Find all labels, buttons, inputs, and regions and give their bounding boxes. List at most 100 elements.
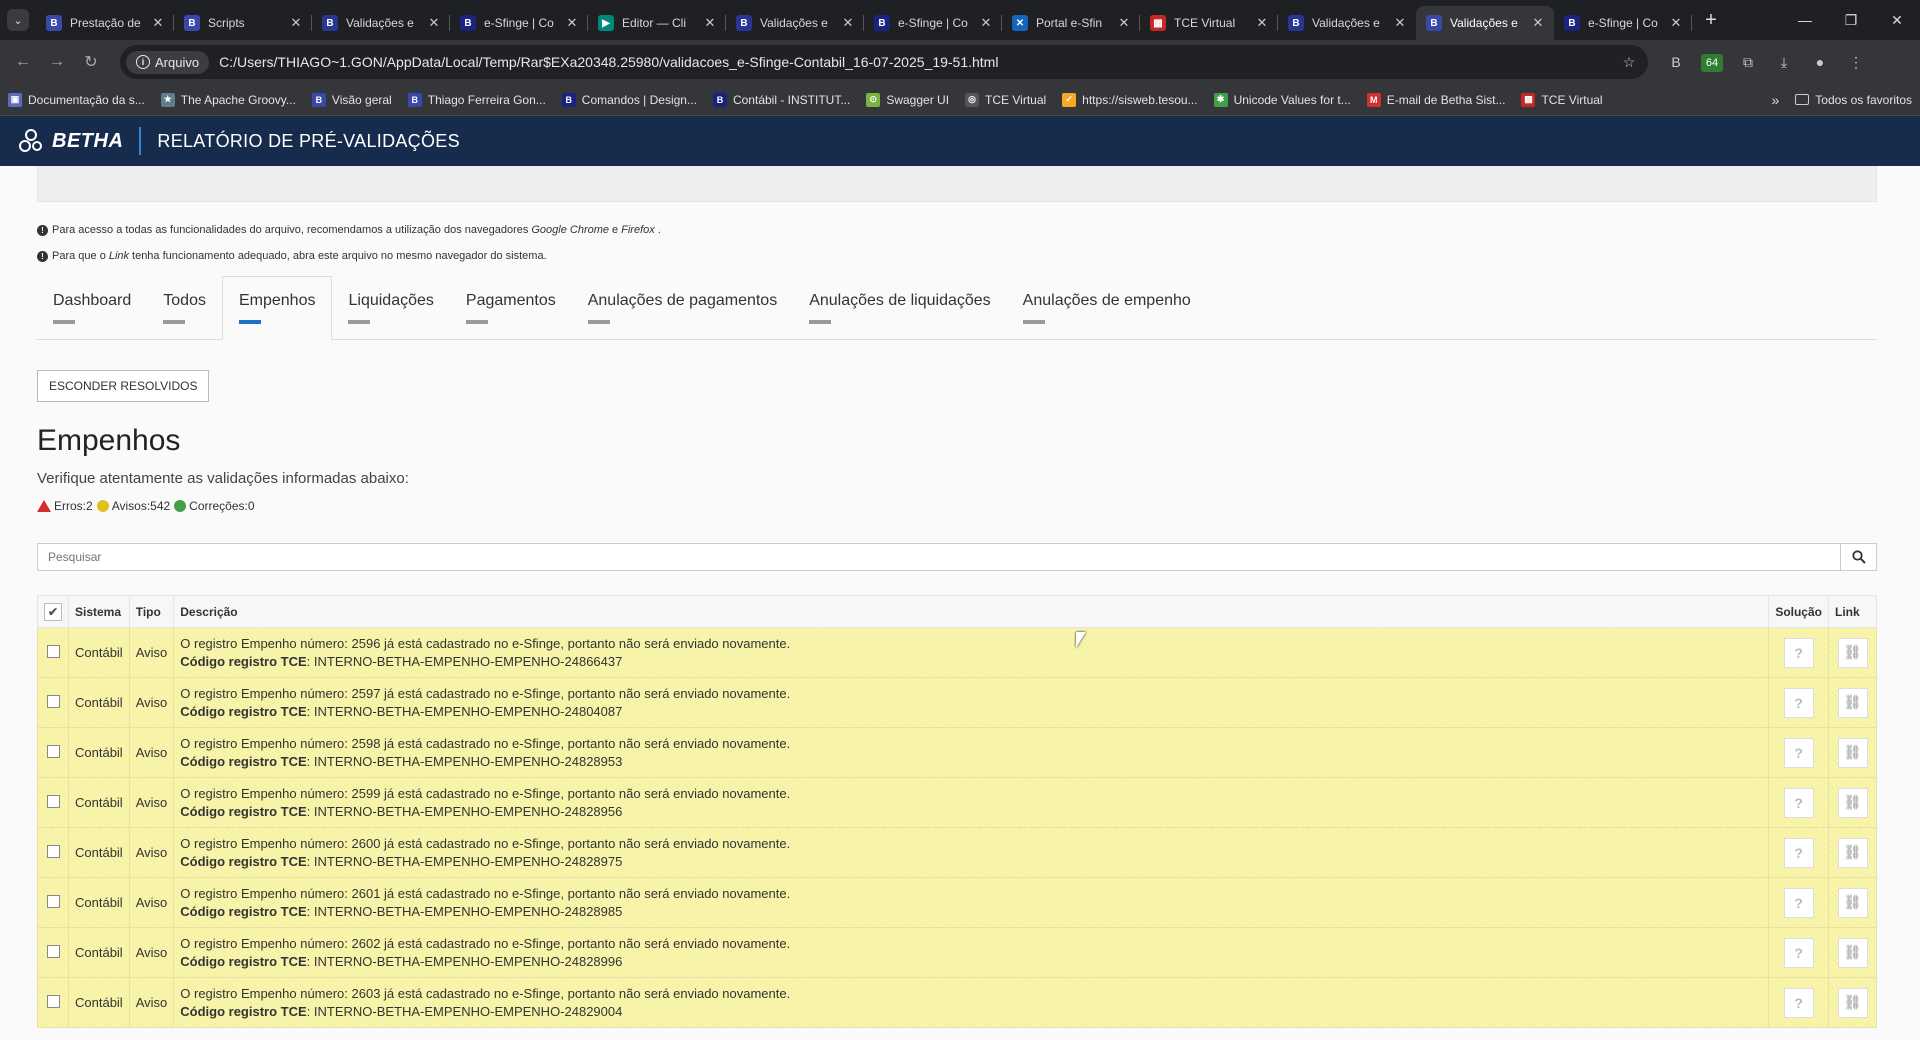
solution-help-button[interactable]: ? [1783,887,1814,918]
download-icon[interactable]: ⤓ [1766,54,1802,71]
row-checkbox[interactable] [46,644,60,658]
link-icon[interactable]: ⛓ [1837,637,1868,668]
close-tab-icon[interactable]: ✕ [1668,15,1684,31]
close-tab-icon[interactable]: ✕ [1254,15,1270,31]
close-tab-icon[interactable]: ✕ [150,15,166,31]
browser-tab[interactable]: Be-Sfinge | Co ✕ [864,6,1002,40]
solution-help-button[interactable]: ? [1783,737,1814,768]
browser-tab[interactable]: B Validações e ✕ [1416,6,1554,40]
close-tab-icon[interactable]: ✕ [288,15,304,31]
bookmark-item[interactable]: B Comandos | Design... [561,92,697,107]
solution-help-button[interactable]: ? [1783,837,1814,868]
solution-help-button[interactable]: ? [1783,687,1814,718]
bookmark-item[interactable]: ✱ Unicode Values for t... [1213,92,1351,107]
row-checkbox[interactable] [46,994,60,1008]
url-text[interactable]: C:/Users/THIAGO~1.GON/AppData/Local/Temp… [219,54,1616,70]
solution-help-button[interactable]: ? [1783,637,1814,668]
bookmark-item[interactable]: ◎ TCE Virtual [965,92,1046,107]
row-checkbox[interactable] [46,894,60,908]
browser-tab[interactable]: ▶ Editor — Cli ✕ [588,6,726,40]
search-input[interactable] [38,544,1840,570]
more-bookmarks-button[interactable]: » [1771,92,1779,108]
link-icon[interactable]: ⛓ [1837,687,1868,718]
restore-icon[interactable]: ❐ [1828,12,1874,29]
extensions-puzzle-icon[interactable]: ⧉ [1730,54,1766,71]
col-descricao[interactable]: Descrição [173,595,1770,628]
hide-resolved-button[interactable]: ESCONDER RESOLVIDOS [37,370,210,402]
close-tab-icon[interactable]: ✕ [1530,15,1546,31]
link-icon[interactable]: ⛓ [1837,837,1868,868]
errors-counter[interactable]: Erros:2 [37,499,93,513]
tab-anulacoes-de-pagamentos[interactable]: Anulações de pagamentos [572,276,793,339]
all-bookmarks-folder[interactable]: Todos os favoritos [1795,93,1912,107]
browser-tab[interactable]: B Prestação de ✕ [36,6,174,40]
browser-tab[interactable]: B Validações e ✕ [312,6,450,40]
close-tab-icon[interactable]: ✕ [1392,15,1408,31]
tab-empenhos[interactable]: Empenhos [221,276,333,340]
tab-pagamentos[interactable]: Pagamentos [450,276,572,339]
link-icon[interactable]: ⛓ [1837,987,1868,1018]
back-button[interactable]: ← [8,53,38,71]
close-tab-icon[interactable]: ✕ [978,15,994,31]
bookmark-item[interactable]: ⊙ Swagger UI [866,92,949,107]
link-icon[interactable]: ⛓ [1837,787,1868,818]
profile-avatar[interactable]: ● [1802,54,1838,70]
counter-extension-icon[interactable]: 64 [1694,53,1730,72]
row-checkbox[interactable] [46,744,60,758]
bookmark-item[interactable]: ★ The Apache Groovy... [160,92,296,107]
tab-underline [587,319,610,324]
bookmark-item[interactable]: ▣ Documentação da s... [8,92,145,107]
bookmark-star-icon[interactable]: ☆ [1616,54,1642,71]
bookmark-item[interactable]: M E-mail de Betha Sist... [1366,92,1505,107]
close-tab-icon[interactable]: ✕ [1116,15,1132,31]
close-tab-icon[interactable]: ✕ [426,15,442,31]
kebab-menu-icon[interactable]: ⋮ [1838,54,1874,71]
link-icon[interactable]: ⛓ [1837,737,1868,768]
col-tipo[interactable]: Tipo [128,595,175,628]
tab-anulacoes-de-empenho[interactable]: Anulações de empenho [1007,276,1207,339]
site-info-chip[interactable]: i Arquivo [126,50,210,74]
link-icon[interactable]: ⛓ [1837,887,1868,918]
row-checkbox[interactable] [46,844,60,858]
warnings-counter[interactable]: Avisos:542 [96,499,170,513]
row-checkbox[interactable] [46,794,60,808]
search-button[interactable] [1840,544,1876,570]
browser-tab[interactable]: B Validações e ✕ [726,6,864,40]
tab-anulacoes-de-liquidacoes[interactable]: Anulações de liquidações [793,276,1006,339]
close-tab-icon[interactable]: ✕ [840,15,856,31]
browser-tab[interactable]: ▦ TCE Virtual ✕ [1140,6,1278,40]
tab-dashboard[interactable]: Dashboard [37,276,147,339]
bookmark-item[interactable]: ✓ https://sisweb.tesou... [1062,92,1198,107]
betha-extension-icon[interactable]: B [1658,54,1694,70]
tab-todos[interactable]: Todos [147,276,222,339]
bookmark-item[interactable]: ▦ TCE Virtual [1521,92,1603,107]
col-sistema[interactable]: Sistema [68,595,130,628]
row-checkbox[interactable] [46,944,60,958]
browser-tab[interactable]: B Scripts ✕ [174,6,312,40]
row-checkbox[interactable] [46,694,60,708]
browser-tab[interactable]: Be-Sfinge | Co ✕ [1554,6,1692,40]
link-icon[interactable]: ⛓ [1837,937,1868,968]
browser-tab[interactable]: Be-Sfinge | Co ✕ [450,6,588,40]
close-tab-icon[interactable]: ✕ [564,15,580,31]
tab-liquidacoes[interactable]: Liquidações [332,276,449,339]
browser-tab[interactable]: B Validações e ✕ [1278,6,1416,40]
close-window-icon[interactable]: ✕ [1874,12,1920,29]
forward-button[interactable]: → [42,53,72,71]
bookmark-item[interactable]: B Visão geral [311,92,392,107]
tce-code-line: Código registro TCE: INTERNO-BETHA-EMPEN… [180,903,1762,921]
bookmark-item[interactable]: B Contábil - INSTITUT... [712,92,850,107]
bookmark-item[interactable]: B Thiago Ferreira Gon... [407,92,546,107]
solution-help-button[interactable]: ? [1783,987,1814,1018]
select-all-checkbox[interactable]: ✔ [44,602,62,621]
address-bar[interactable]: i Arquivo C:/Users/THIAGO~1.GON/AppData/… [120,45,1648,79]
tab-search-button[interactable]: ⌄ [0,0,36,40]
close-tab-icon[interactable]: ✕ [702,15,718,31]
corrections-counter[interactable]: Correções:0 [174,499,255,513]
browser-tab[interactable]: ✕ Portal e-Sfin ✕ [1002,6,1140,40]
solution-help-button[interactable]: ? [1783,787,1814,818]
new-tab-button[interactable]: + [1696,9,1726,32]
reload-button[interactable]: ↻ [76,52,106,72]
solution-help-button[interactable]: ? [1783,937,1814,968]
minimize-icon[interactable]: — [1782,12,1828,29]
